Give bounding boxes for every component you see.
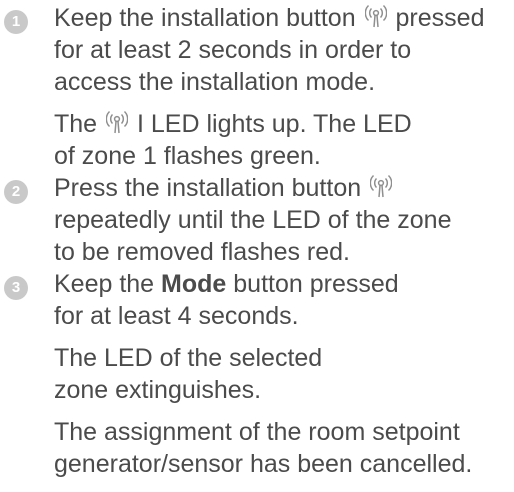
step-line: zone extinguishes.	[54, 376, 262, 404]
step-text: Keep the	[54, 270, 155, 298]
step-text: The	[54, 110, 98, 138]
antenna-icon	[106, 109, 129, 135]
step-number-badge: 3	[4, 276, 28, 300]
step-line: generator/sensor has been cancelled.	[54, 450, 473, 478]
step-1: 1 Keep the installation button pressed f…	[0, 2, 514, 172]
step-text: I LED lights up. The LED	[137, 110, 412, 138]
step-line: The I LED lights up. The LED	[54, 108, 514, 140]
antenna-icon	[370, 173, 393, 199]
step-line: to be removed flashes red.	[54, 238, 350, 266]
step-number-badge: 2	[4, 180, 28, 204]
step-text: button pressed	[233, 270, 399, 298]
step-line: Keep the installation button pressed	[54, 2, 514, 34]
antenna-icon	[364, 3, 387, 29]
step-line: for at least 4 seconds.	[54, 302, 299, 330]
step-line: of zone 1 flashes green.	[54, 142, 321, 170]
step-line: Press the installation button	[54, 172, 514, 204]
step-2: 2 Press the installation button repeated…	[0, 172, 514, 268]
step-line: The LED of the selected	[54, 344, 323, 372]
step-text: pressed	[395, 4, 485, 32]
step-line: access the installation mode.	[54, 68, 376, 96]
mode-button-label: Mode	[161, 270, 227, 298]
step-3: 3 Keep the Mode button pressed for at le…	[0, 268, 514, 480]
step-text: Press the installation button	[54, 174, 362, 202]
step-line: repeatedly until the LED of the zone	[54, 206, 452, 234]
instruction-document: 1 Keep the installation button pressed f…	[0, 0, 514, 492]
step-line: for at least 2 seconds in order to	[54, 36, 412, 64]
step-line: The assignment of the room setpoint	[54, 418, 460, 446]
step-line: Keep the Mode button pressed	[54, 268, 514, 300]
step-number-badge: 1	[4, 10, 28, 34]
step-text: Keep the installation button	[54, 4, 356, 32]
